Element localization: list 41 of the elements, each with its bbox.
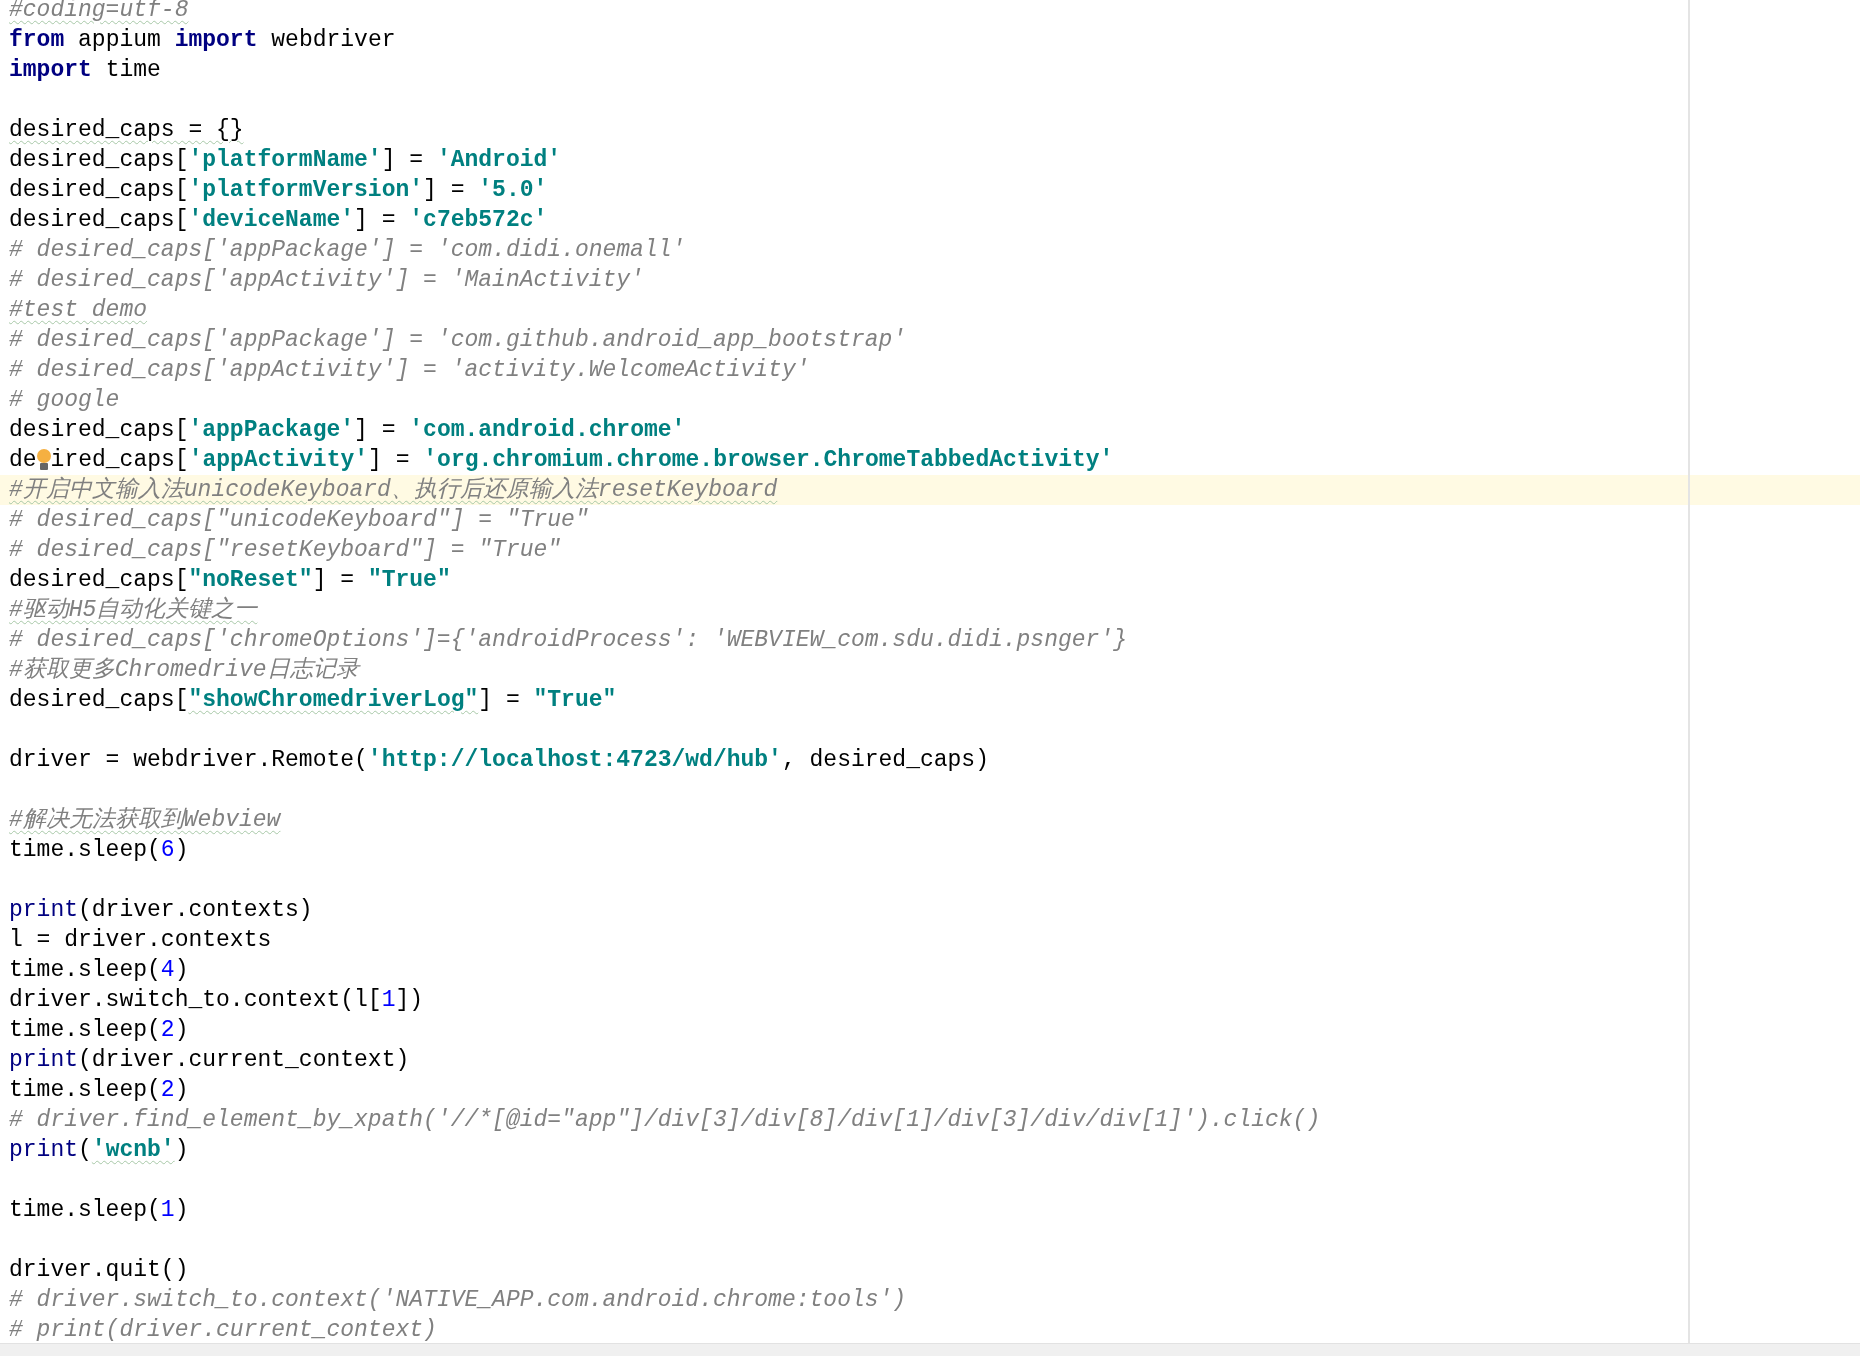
code-line: # driver.switch_to.context('NATIVE_APP.com.android.chrome:tools') — [9, 1286, 907, 1315]
code-line: desired_caps['deviceName'] = 'c7eb572c' — [9, 206, 548, 235]
code-line: # desired_caps['appActivity'] = 'activity.WelcomeActivity' — [9, 356, 810, 385]
code-line: #开启中文输入法unicodeKeyboard、执行后还原输入法resetKeyboard — [9, 475, 778, 505]
code-line: # desired_caps["resetKeyboard"] = "True" — [9, 536, 562, 565]
code-line: desired_caps['platformName'] = 'Android' — [9, 146, 562, 175]
code-line: desired_caps['platformVersion'] = '5.0' — [9, 176, 548, 205]
code-line: import time — [9, 56, 161, 85]
code-line: ired_caps['appActivity'] = 'org.chromium.chrome.browser.ChromeTabbedActivity' — [50, 446, 1114, 475]
code-line: desired_caps["noReset"] = "True" — [9, 566, 451, 595]
code-line: desired_caps = {} — [9, 116, 244, 145]
code-line: desired_caps['appPackage'] = 'com.android.chrome' — [9, 416, 686, 445]
lightbulb-icon[interactable] — [36, 448, 51, 472]
code-line: time.sleep(1) — [9, 1196, 189, 1225]
code-line: #获取更多Chromedrive日志记录 — [9, 656, 359, 685]
code-line: l = driver.contexts — [9, 926, 272, 955]
code-line: # desired_caps['chromeOptions']={'androidProcess': 'WEBVIEW_com.sdu.didi.psnger'} — [9, 626, 1127, 655]
code-line: from appium import webdriver — [9, 26, 396, 55]
code-line: #解决无法获取到Webview — [9, 806, 281, 835]
code-line: # print(driver.current_context) — [9, 1316, 437, 1343]
code-line: # desired_caps['appPackage'] = 'com.didi.onemall' — [9, 236, 686, 265]
code-line: #驱动H5自动化关键之一 — [9, 595, 258, 625]
code-line: # google — [9, 386, 120, 415]
code-line: print(driver.contexts) — [9, 896, 313, 925]
code-line: driver = webdriver.Remote('http://localhost:4723/wd/hub', desired_caps) — [9, 746, 989, 775]
code-line: time.sleep(6) — [9, 836, 189, 865]
code-line: print('wcnb') — [9, 1136, 189, 1165]
code-line: time.sleep(2) — [9, 1016, 189, 1045]
code-line: print(driver.current_context) — [9, 1046, 410, 1075]
code-line: # driver.find_element_by_xpath('//*[@id="app"]/div[3]/div[8]/div[1]/div[3]/div/div[1]').click() — [9, 1106, 1321, 1135]
code-line: desired_caps["showChromedriverLog"] = "True" — [9, 686, 617, 715]
code-line: # desired_caps["unicodeKeyboard"] = "True" — [9, 506, 589, 535]
code-line: time.sleep(2) — [9, 1076, 189, 1105]
code-line: driver.quit() — [9, 1256, 189, 1285]
code-line: time.sleep(4) — [9, 956, 189, 985]
code-line: # desired_caps['appActivity'] = 'MainActivity' — [9, 266, 644, 295]
code-line: #coding=utf-8 — [9, 0, 189, 25]
code-line: # desired_caps['appPackage'] = 'com.github.android_app_bootstrap' — [9, 326, 907, 355]
code-line: de — [9, 446, 37, 475]
code-line: driver.switch_to.context(l[1]) — [9, 986, 424, 1015]
code-line: #test demo — [9, 296, 148, 325]
